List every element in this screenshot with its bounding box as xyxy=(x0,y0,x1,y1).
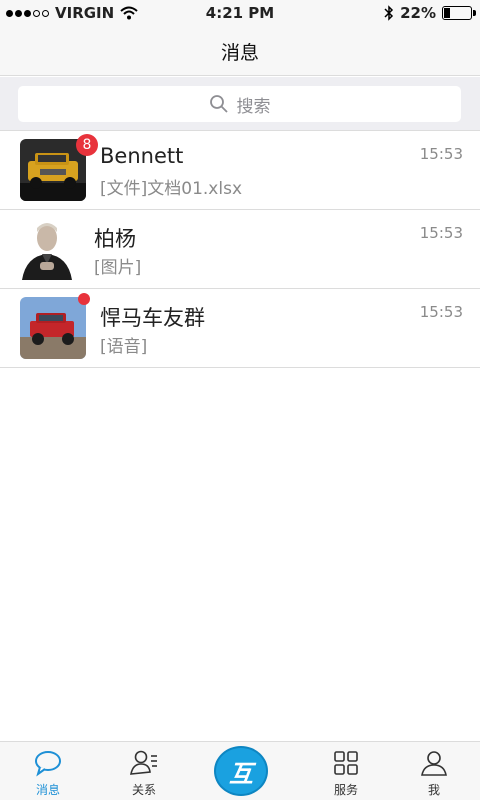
search-container: 搜索 xyxy=(0,77,480,131)
chat-name: 悍马车友群 xyxy=(100,306,205,330)
tab-label: 关系 xyxy=(131,783,156,797)
tab-me[interactable]: 我 xyxy=(394,742,474,800)
chat-row-baiyang[interactable]: 柏杨 [图片] 15:53 xyxy=(0,210,480,289)
chat-row-hummer-group[interactable]: 悍马车友群 [语音] 15:53 xyxy=(0,289,480,368)
status-bar: VIRGIN 4:21 PM 22% xyxy=(0,0,480,26)
search-input[interactable]: 搜索 xyxy=(18,86,461,122)
status-right: 22% xyxy=(384,4,476,22)
chat-preview: [图片] xyxy=(94,258,142,278)
unread-dot xyxy=(78,293,90,305)
battery-percent: 22% xyxy=(400,4,436,22)
chat-name: 柏杨 xyxy=(94,227,136,251)
chat-row-bennett[interactable]: 8 Bennett [文件]文档01.xlsx 15:53 xyxy=(0,131,480,210)
contacts-icon xyxy=(130,750,157,775)
man-portrait-avatar xyxy=(14,218,80,280)
chat-preview: [文件]文档01.xlsx xyxy=(100,179,243,199)
tab-label: 消息 xyxy=(35,783,60,797)
chat-time: 15:53 xyxy=(419,303,463,321)
chat-list: 8 Bennett [文件]文档01.xlsx 15:53 柏杨 [图片] 15… xyxy=(0,131,480,368)
chat-name: Bennett xyxy=(100,144,184,168)
tab-relations[interactable]: 关系 xyxy=(104,742,184,800)
bluetooth-icon xyxy=(384,5,394,21)
nav-bar: 消息 xyxy=(0,26,480,76)
profile-icon xyxy=(421,751,447,776)
tab-label: 我 xyxy=(427,783,440,797)
center-logo-button[interactable]: 互 xyxy=(214,746,268,796)
battery-icon xyxy=(442,6,476,20)
center-logo-icon: 互 xyxy=(229,759,253,788)
chat-time: 15:53 xyxy=(419,224,463,242)
tab-label: 服务 xyxy=(333,783,358,797)
chat-time: 15:53 xyxy=(419,145,463,163)
tab-services[interactable]: 服务 xyxy=(306,742,386,800)
red-suv-avatar xyxy=(20,297,86,359)
search-icon xyxy=(209,95,228,113)
chat-preview: [语音] xyxy=(100,337,148,357)
unread-badge: 8 xyxy=(76,134,98,156)
chat-bubble-icon xyxy=(35,751,61,777)
search-placeholder: 搜索 xyxy=(236,96,271,117)
grid-icon xyxy=(334,751,358,775)
page-title: 消息 xyxy=(220,42,259,64)
tab-messages[interactable]: 消息 xyxy=(8,742,88,800)
